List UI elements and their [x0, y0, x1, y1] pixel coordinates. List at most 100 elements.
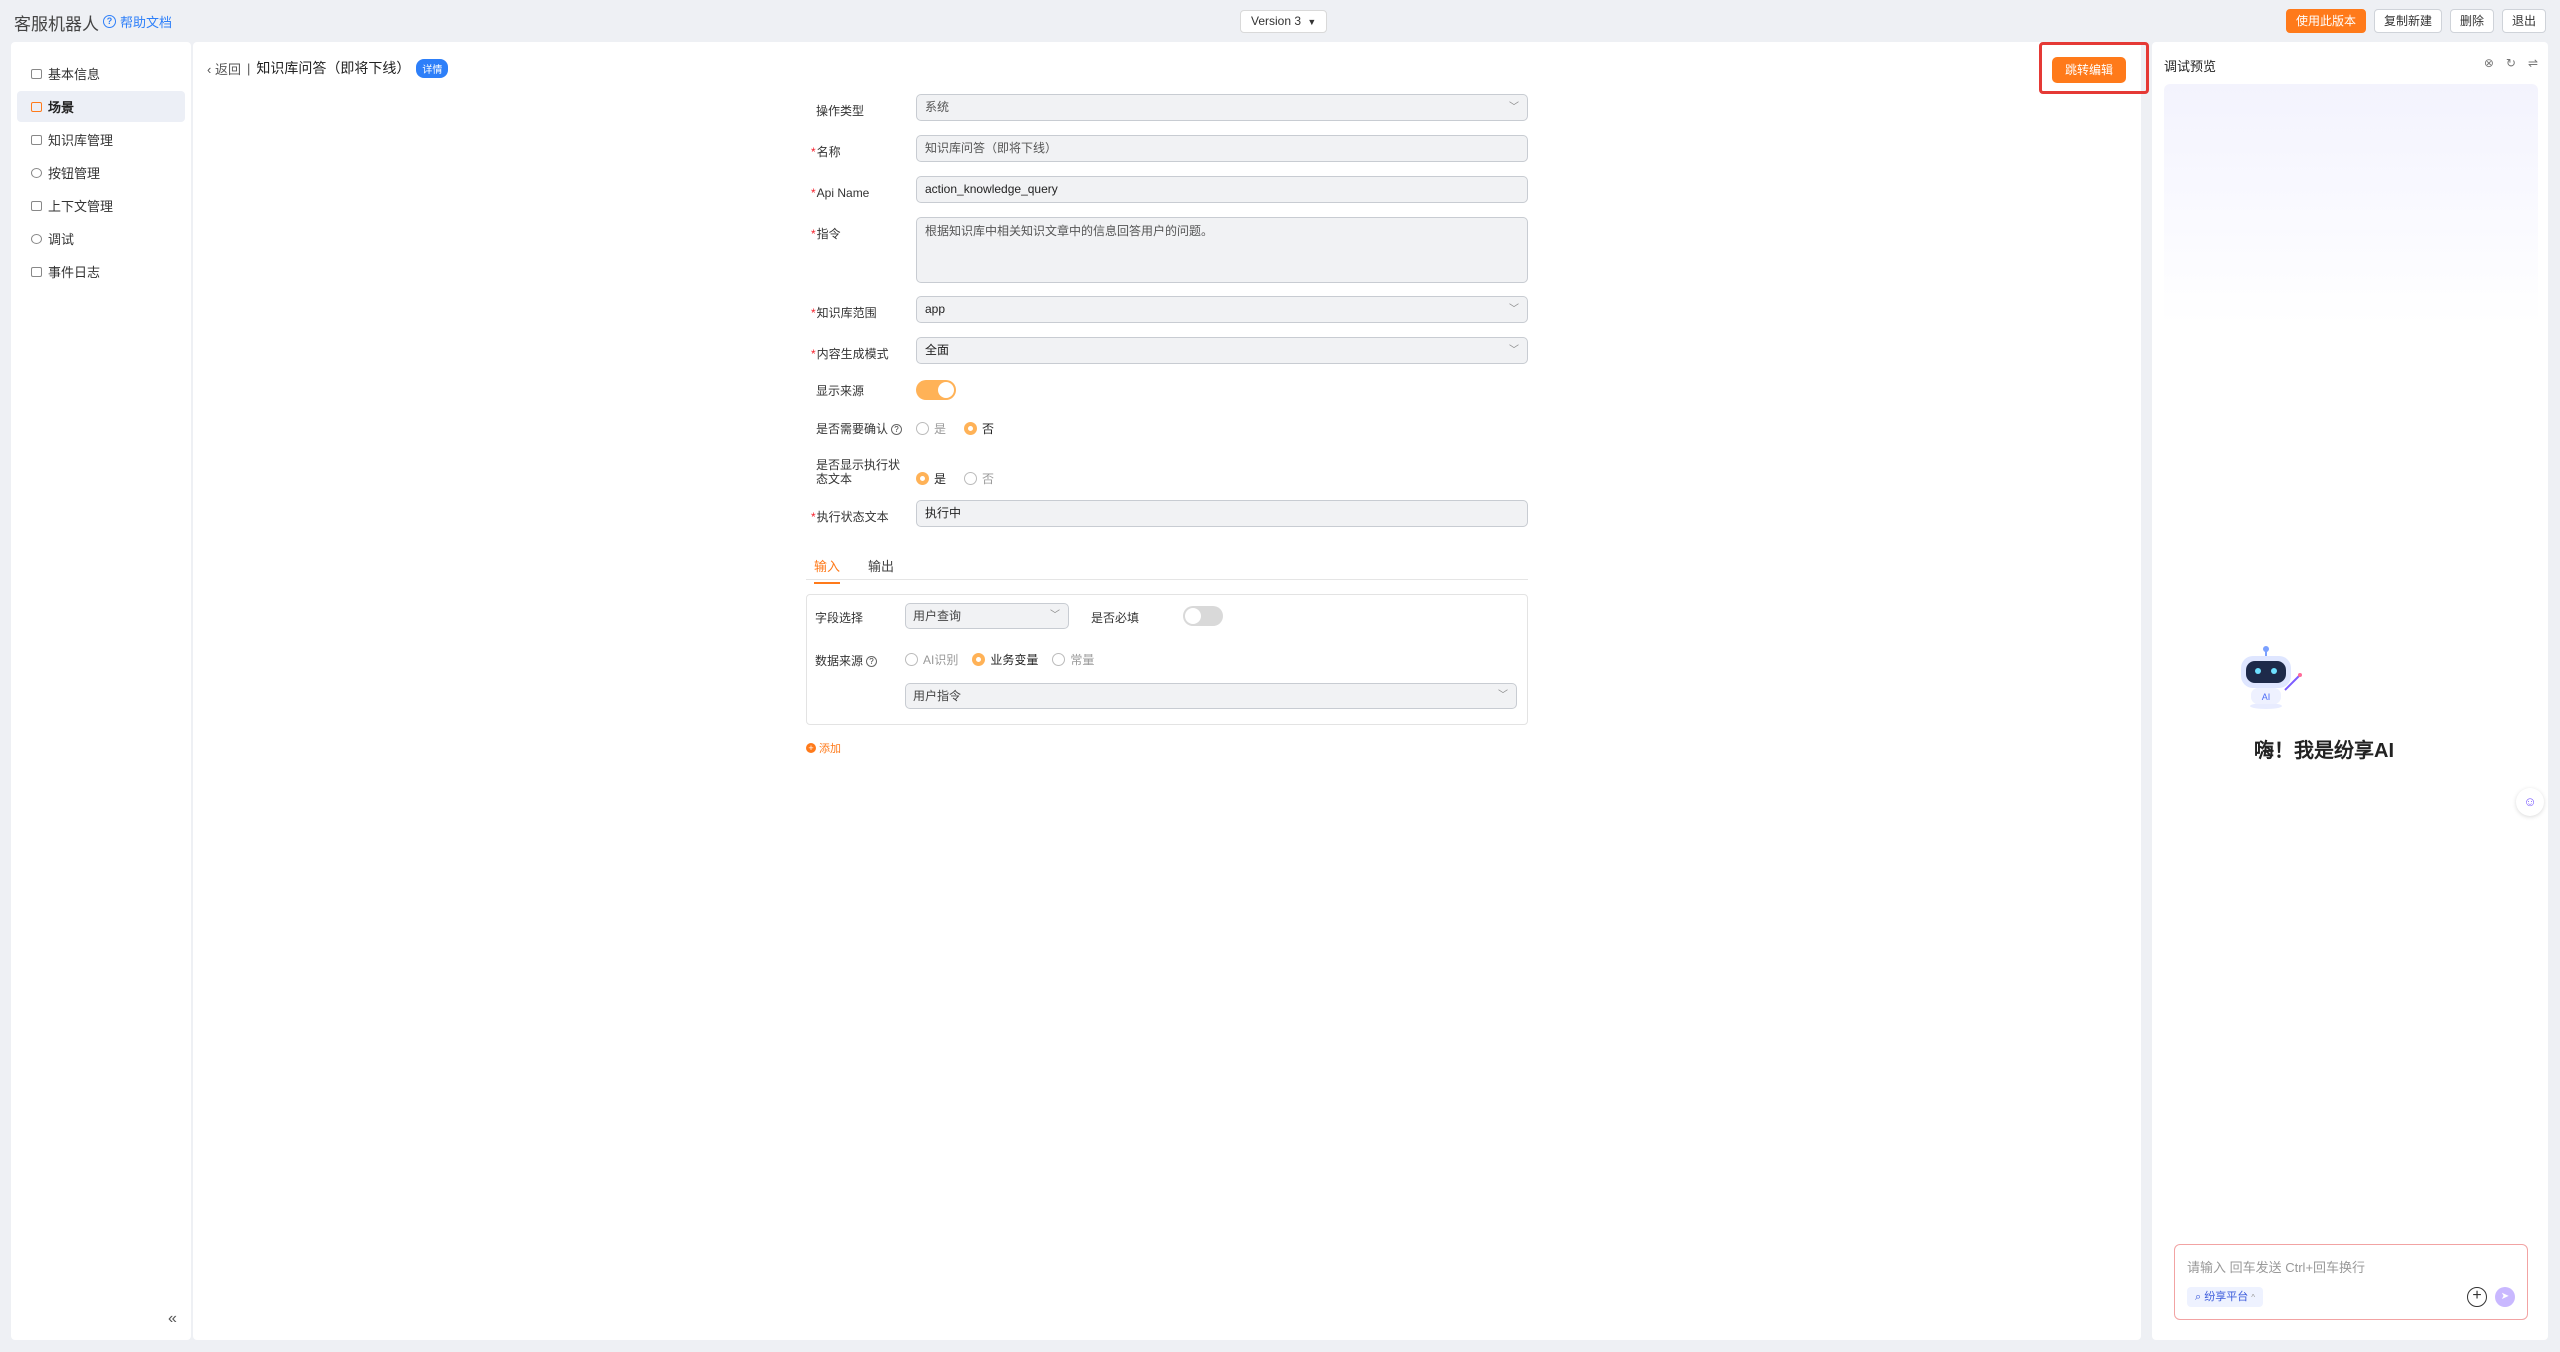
- data-source-label: 数据来源?: [815, 652, 878, 669]
- copy-new-button[interactable]: 复制新建: [2373, 9, 2442, 33]
- send-icon[interactable]: ➤: [2495, 1287, 2515, 1307]
- form-row-gen-mode: *内容生成模式 全面 ﹀: [808, 337, 1728, 378]
- list-icon: [31, 101, 42, 112]
- data-source-radios: AI识别 业务变量 常量: [905, 651, 1094, 668]
- platform-chip[interactable]: ⌕ 纷享平台 ^: [2187, 1287, 2264, 1307]
- radio-constant[interactable]: 常量: [1052, 651, 1094, 668]
- page-title: 知识库问答（即将下线）: [256, 60, 411, 76]
- chevron-down-icon: ﹀: [1050, 610, 1060, 621]
- show-source-toggle[interactable]: [916, 380, 956, 400]
- collapse-sidebar-icon[interactable]: «: [168, 1310, 177, 1328]
- chevron-down-icon: ﹀: [1509, 102, 1519, 113]
- variable-select[interactable]: 用户指令 ﹀: [905, 683, 1517, 709]
- log-icon: [31, 266, 42, 277]
- instruction-label: *指令: [811, 227, 841, 241]
- field-select[interactable]: 用户查询 ﹀: [905, 603, 1069, 629]
- jump-edit-button[interactable]: 跳转编辑: [2052, 57, 2126, 83]
- sidebar-item-label: 场景: [48, 100, 75, 115]
- scene-form: 操作类型 系统 ﹀ *名称 知识库问答（即将下线） *Api Name acti…: [808, 94, 1728, 541]
- chevron-down-icon: ﹀: [1509, 304, 1519, 315]
- name-label: *名称: [811, 145, 841, 159]
- version-label: Version 3: [1251, 14, 1302, 28]
- sidebar-item-knowledge[interactable]: 知识库管理: [17, 124, 185, 155]
- op-type-label: 操作类型: [816, 104, 865, 118]
- chevron-up-icon: ^: [2251, 1293, 2256, 1302]
- radio-circle-icon: [1052, 653, 1066, 666]
- need-confirm-radios: 是 否: [916, 420, 994, 437]
- exec-status-text-input[interactable]: 执行中: [916, 500, 1528, 527]
- settings-sliders-icon[interactable]: ⇌: [2528, 56, 2538, 70]
- sidebar-item-event-log[interactable]: 事件日志: [17, 256, 185, 287]
- add-field-link[interactable]: + 添加: [806, 740, 841, 756]
- debug-icon: [31, 233, 42, 244]
- sidebar-item-label: 知识库管理: [48, 133, 114, 148]
- tab-input[interactable]: 输入: [814, 556, 841, 584]
- instruction-textarea[interactable]: 根据知识库中相关知识文章中的信息回答用户的问题。: [916, 217, 1528, 283]
- use-version-button[interactable]: 使用此版本: [2285, 9, 2366, 33]
- radio-circle-icon: [964, 422, 978, 435]
- radio-circle-icon: [964, 472, 978, 485]
- api-name-input[interactable]: action_knowledge_query: [916, 176, 1528, 203]
- radio-circle-icon: [916, 422, 929, 435]
- field-select-value: 用户查询: [913, 609, 962, 623]
- back-link[interactable]: ‹ 返回: [207, 59, 241, 78]
- gen-mode-value: 全面: [925, 343, 950, 357]
- sidebar-item-context[interactable]: 上下文管理: [17, 190, 185, 221]
- debug-preview-panel: 调试预览 ⊗ ↻ ⇌ AI 嗨！我是纷享AI ☺ 请输入 回车发送 Ctrl+回…: [2152, 42, 2548, 1340]
- context-icon: [31, 200, 42, 211]
- form-row-exec-status-text: *执行状态文本 执行中: [808, 500, 1728, 541]
- tab-output[interactable]: 输出: [868, 556, 894, 575]
- radio-yes[interactable]: 是: [916, 420, 946, 437]
- input-config-box: 字段选择 用户查询 ﹀ 是否必填 数据来源? AI识别 业务变量 常量 用户指令…: [806, 594, 1528, 725]
- show-source-label: 显示来源: [816, 384, 865, 398]
- form-row-op-type: 操作类型 系统 ﹀: [808, 94, 1728, 135]
- sidebar: 基本信息 场景 知识库管理 按钮管理 上下文管理 调试 事件日志 «: [11, 42, 191, 1340]
- button-icon: [31, 167, 42, 178]
- svg-text:AI: AI: [2262, 692, 2271, 702]
- name-input[interactable]: 知识库问答（即将下线）: [916, 135, 1528, 162]
- radio-no[interactable]: 否: [964, 470, 994, 487]
- variable-value: 用户指令: [913, 689, 962, 703]
- version-dropdown[interactable]: Version 3 ▼: [1240, 10, 1328, 33]
- required-label: 是否必填: [1091, 611, 1140, 625]
- field-select-label: 字段选择: [815, 611, 864, 625]
- refresh-icon[interactable]: ↻: [2506, 56, 2516, 70]
- form-row-show-source: 显示来源: [808, 378, 1728, 416]
- op-type-select[interactable]: 系统 ﹀: [916, 94, 1528, 121]
- sidebar-item-debug[interactable]: 调试: [17, 223, 185, 254]
- robot-avatar-icon: AI: [2233, 644, 2302, 710]
- kb-scope-select[interactable]: app ﹀: [916, 296, 1528, 323]
- form-row-show-exec-status: 是否显示执行状态文本 是 否: [808, 456, 1728, 500]
- sidebar-item-buttons[interactable]: 按钮管理: [17, 157, 185, 188]
- gen-mode-select[interactable]: 全面 ﹀: [916, 337, 1528, 364]
- radio-no[interactable]: 否: [964, 420, 994, 437]
- delete-button[interactable]: 删除: [2449, 9, 2494, 33]
- form-row-need-confirm: 是否需要确认? 是 否: [808, 416, 1728, 456]
- greeting-text: 嗨！我是纷享AI: [2254, 740, 2394, 762]
- separator: |: [246, 60, 251, 76]
- exit-button[interactable]: 退出: [2501, 9, 2546, 33]
- sidebar-item-basic-info[interactable]: 基本信息: [17, 58, 185, 89]
- radio-yes[interactable]: 是: [916, 470, 946, 487]
- chat-input-placeholder: 请输入 回车发送 Ctrl+回车换行: [2187, 1260, 2366, 1275]
- api-name-label: *Api Name: [811, 186, 870, 200]
- help-icon: ?: [103, 15, 116, 28]
- kb-scope-value: app: [925, 302, 946, 316]
- chevron-left-icon: ‹: [207, 61, 212, 77]
- caret-down-icon: ▼: [1307, 17, 1317, 27]
- chat-input-box[interactable]: 请输入 回车发送 Ctrl+回车换行 ⌕ 纷享平台 ^ + ➤: [2174, 1244, 2528, 1320]
- add-attachment-icon[interactable]: +: [2467, 1287, 2487, 1307]
- required-toggle[interactable]: [1183, 606, 1223, 626]
- help-docs-link[interactable]: ? 帮助文档: [103, 12, 172, 31]
- radio-ai-detect[interactable]: AI识别: [905, 651, 958, 668]
- sidebar-item-scenes[interactable]: 场景: [17, 91, 185, 122]
- top-bar: 客服机器人 ? 帮助文档 Version 3 ▼ 使用此版本 复制新建 删除 退…: [0, 0, 2560, 42]
- close-circle-icon[interactable]: ⊗: [2484, 56, 2494, 70]
- detail-badge: 详情: [416, 58, 449, 78]
- help-docs-label: 帮助文档: [120, 15, 173, 30]
- radio-business-variable[interactable]: 业务变量: [972, 651, 1038, 668]
- form-row-instruction: *指令 根据知识库中相关知识文章中的信息回答用户的问题。: [808, 217, 1728, 296]
- show-exec-status-radios: 是 否: [916, 470, 994, 487]
- plus-icon: +: [806, 743, 816, 753]
- assistant-float-icon[interactable]: ☺: [2516, 788, 2544, 816]
